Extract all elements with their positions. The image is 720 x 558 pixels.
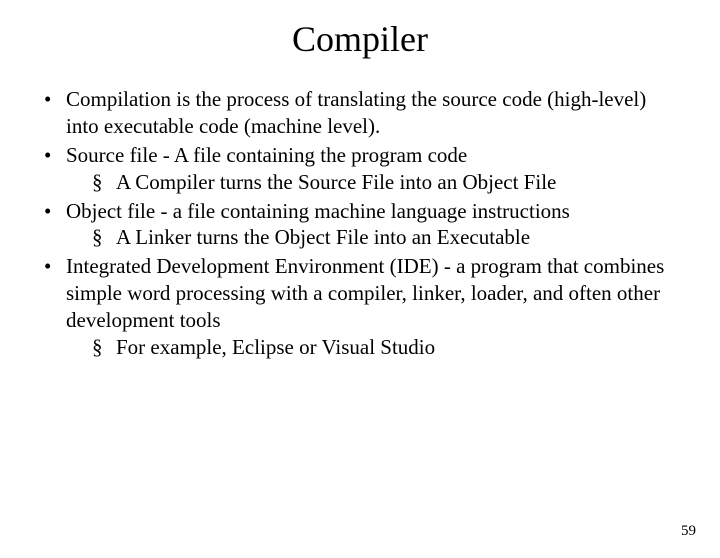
slide-title: Compiler	[0, 18, 720, 60]
sub-bullet-item: A Linker turns the Object File into an E…	[66, 224, 680, 251]
bullet-text: Source file - A file containing the prog…	[66, 143, 467, 167]
sub-bullet-list: A Compiler turns the Source File into an…	[66, 169, 680, 196]
bullet-text: Compilation is the process of translatin…	[66, 87, 646, 138]
bullet-item: Compilation is the process of translatin…	[40, 86, 680, 140]
sub-bullet-item: A Compiler turns the Source File into an…	[66, 169, 680, 196]
bullet-item: Source file - A file containing the prog…	[40, 142, 680, 196]
bullet-text: Integrated Development Environment (IDE)…	[66, 254, 664, 332]
sub-bullet-text: For example, Eclipse or Visual Studio	[116, 335, 435, 359]
bullet-item: Integrated Development Environment (IDE)…	[40, 253, 680, 361]
slide-body: Compilation is the process of translatin…	[0, 86, 720, 361]
bullet-text: Object file - a file containing machine …	[66, 199, 570, 223]
sub-bullet-item: For example, Eclipse or Visual Studio	[66, 334, 680, 361]
sub-bullet-text: A Compiler turns the Source File into an…	[116, 170, 556, 194]
sub-bullet-list: A Linker turns the Object File into an E…	[66, 224, 680, 251]
sub-bullet-list: For example, Eclipse or Visual Studio	[66, 334, 680, 361]
sub-bullet-text: A Linker turns the Object File into an E…	[116, 225, 530, 249]
page-number: 59	[681, 523, 696, 540]
slide: Compiler Compilation is the process of t…	[0, 18, 720, 558]
bullet-list: Compilation is the process of translatin…	[40, 86, 680, 361]
bullet-item: Object file - a file containing machine …	[40, 198, 680, 252]
